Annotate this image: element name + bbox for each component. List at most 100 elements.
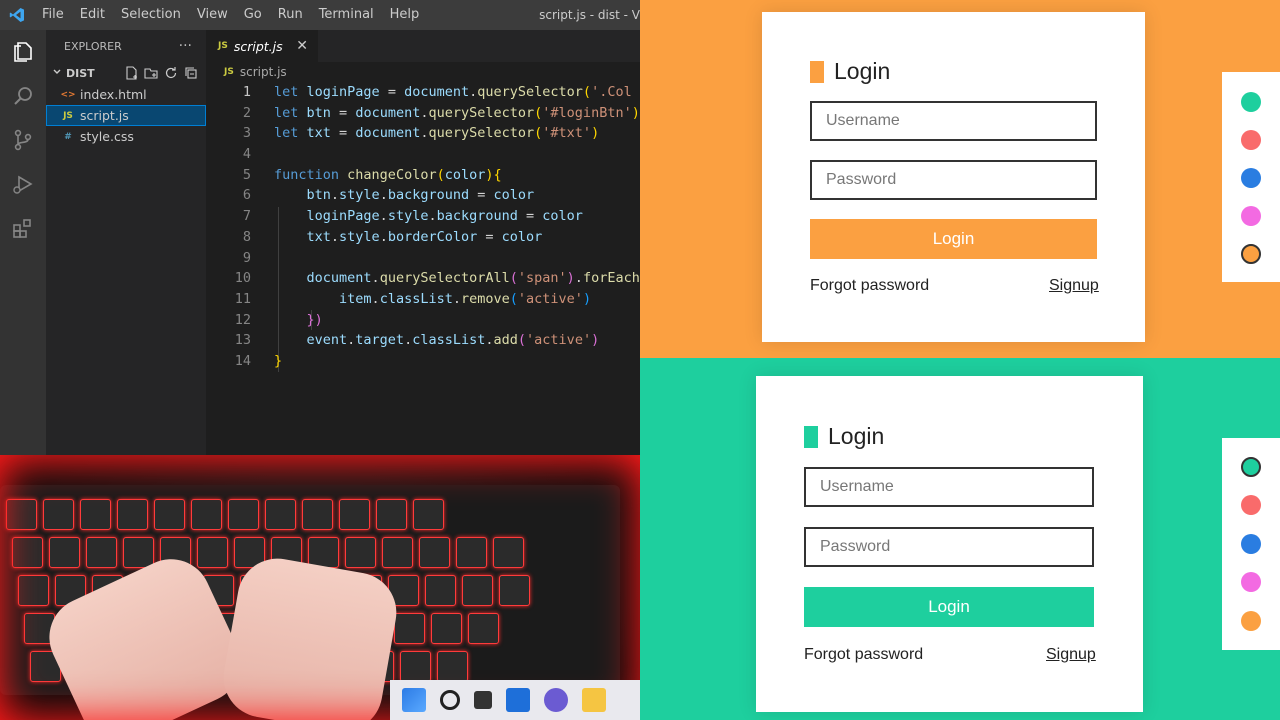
line-number: 13: [234, 332, 251, 349]
line-number: 1: [242, 84, 251, 100]
file-explorer-icon[interactable]: [582, 688, 606, 712]
menu-go[interactable]: Go: [236, 0, 270, 30]
collapse-all-icon[interactable]: [184, 66, 198, 80]
js-file-icon: JS: [224, 67, 234, 77]
file-index-html[interactable]: <> index.html: [46, 84, 206, 105]
task-view-icon[interactable]: [474, 691, 492, 709]
close-icon[interactable]: ✕: [296, 38, 308, 54]
menubar: File Edit Selection View Go Run Terminal…: [0, 0, 640, 30]
login-heading: Login: [804, 423, 884, 450]
line-number: 4: [242, 146, 251, 163]
menu-terminal[interactable]: Terminal: [311, 0, 382, 30]
code-area[interactable]: 1 let loginPage = document.querySelector(…: [206, 82, 640, 372]
widgets-icon[interactable]: [506, 688, 530, 712]
code-line: 1 let loginPage = document.querySelector(…: [206, 82, 640, 103]
color-dot-pink[interactable]: [1241, 572, 1261, 592]
breadcrumb[interactable]: JS script.js: [206, 62, 640, 82]
color-dot-red[interactable]: [1241, 495, 1261, 515]
more-actions-icon[interactable]: ···: [179, 38, 192, 54]
run-debug-icon[interactable]: [0, 162, 46, 206]
menu-run[interactable]: Run: [270, 0, 311, 30]
explorer-icon[interactable]: [0, 30, 46, 74]
color-dot-orange[interactable]: [1241, 611, 1261, 631]
code-text: function changeColor(color){: [274, 166, 502, 183]
password-input[interactable]: Password: [810, 160, 1097, 200]
login-heading: Login: [810, 58, 890, 85]
code-line: 7 loginPage.style.background = color: [206, 206, 640, 227]
line-number: 3: [242, 125, 251, 142]
menu-selection[interactable]: Selection: [113, 0, 189, 30]
refresh-icon[interactable]: [164, 66, 178, 80]
vscode-logo-icon: [0, 0, 34, 30]
signup-link[interactable]: Signup: [1049, 277, 1099, 295]
code-text: btn.style.background = color: [306, 187, 535, 204]
windows-start-icon[interactable]: [402, 688, 426, 712]
vscode-window: File Edit Selection View Go Run Terminal…: [0, 0, 640, 720]
tab-label: script.js: [233, 38, 283, 54]
code-text: document.querySelectorAll('span').forEac…: [306, 270, 640, 287]
forgot-password-link[interactable]: Forgot password: [804, 646, 923, 664]
chevron-down-icon: [52, 67, 62, 80]
js-file-icon: JS: [218, 41, 228, 51]
line-number: 9: [242, 249, 251, 266]
line-number: 5: [242, 166, 251, 183]
search-icon[interactable]: [440, 690, 460, 710]
code-text: event.target.classList.add('active'): [306, 332, 600, 349]
taskbar: [390, 680, 640, 720]
search-icon[interactable]: [0, 74, 46, 118]
line-number: 10: [234, 270, 251, 287]
color-dot-orange[interactable]: [1241, 244, 1261, 264]
color-dot-blue[interactable]: [1241, 534, 1261, 554]
color-dot-pink[interactable]: [1241, 206, 1261, 226]
login-title: Login: [834, 58, 891, 84]
menu-edit[interactable]: Edit: [72, 0, 113, 30]
signup-link[interactable]: Signup: [1046, 646, 1096, 664]
username-input[interactable]: Username: [804, 467, 1094, 507]
login-title: Login: [828, 423, 885, 449]
menu-help[interactable]: Help: [382, 0, 428, 30]
accent-bar: [804, 425, 818, 448]
password-input[interactable]: Password: [804, 527, 1094, 567]
line-number: 8: [242, 228, 251, 245]
line-number: 6: [242, 187, 251, 204]
username-input[interactable]: Username: [810, 101, 1097, 141]
file-name: index.html: [80, 87, 147, 102]
tab-script-js[interactable]: JS script.js ✕: [206, 30, 318, 62]
chat-icon[interactable]: [544, 688, 568, 712]
color-palette: [1222, 72, 1280, 282]
folder-dist[interactable]: DIST: [46, 62, 206, 84]
code-line: 6 btn.style.background = color: [206, 185, 640, 206]
code-text: let txt = document.querySelector('#txt'): [274, 125, 600, 142]
menu-view[interactable]: View: [189, 0, 236, 30]
accent-bar: [810, 60, 824, 83]
code-line: 4: [206, 144, 640, 165]
login-button[interactable]: Login: [810, 219, 1097, 259]
code-line: 13 event.target.classList.add('active'): [206, 330, 640, 351]
color-dot-green[interactable]: [1241, 457, 1261, 477]
source-control-icon[interactable]: [0, 118, 46, 162]
new-folder-icon[interactable]: [144, 66, 158, 80]
login-button[interactable]: Login: [804, 587, 1094, 627]
color-palette: [1222, 438, 1280, 650]
explorer-title: EXPLORER: [64, 39, 122, 53]
color-dot-red[interactable]: [1241, 130, 1261, 150]
file-name: script.js: [80, 108, 129, 123]
new-file-icon[interactable]: [124, 66, 138, 80]
line-number: 7: [242, 208, 251, 225]
code-text: item.classList.remove('active'): [339, 290, 592, 307]
menu-file[interactable]: File: [34, 0, 72, 30]
color-dot-green[interactable]: [1241, 92, 1261, 112]
extensions-icon[interactable]: [0, 206, 46, 250]
forgot-password-link[interactable]: Forgot password: [810, 277, 929, 295]
code-text: txt.style.borderColor = color: [306, 228, 543, 245]
code-text: let btn = document.querySelector('#login…: [274, 104, 640, 121]
html-file-icon: <>: [60, 89, 76, 100]
window-title: script.js - dist - V: [539, 8, 640, 22]
code-line: 14}: [206, 351, 640, 372]
color-dot-blue[interactable]: [1241, 168, 1261, 188]
file-style-css[interactable]: # style.css: [46, 126, 206, 147]
line-number: 11: [234, 290, 251, 307]
code-text: }: [274, 352, 283, 369]
file-script-js[interactable]: JS script.js: [46, 105, 206, 126]
line-number: 14: [234, 352, 251, 369]
